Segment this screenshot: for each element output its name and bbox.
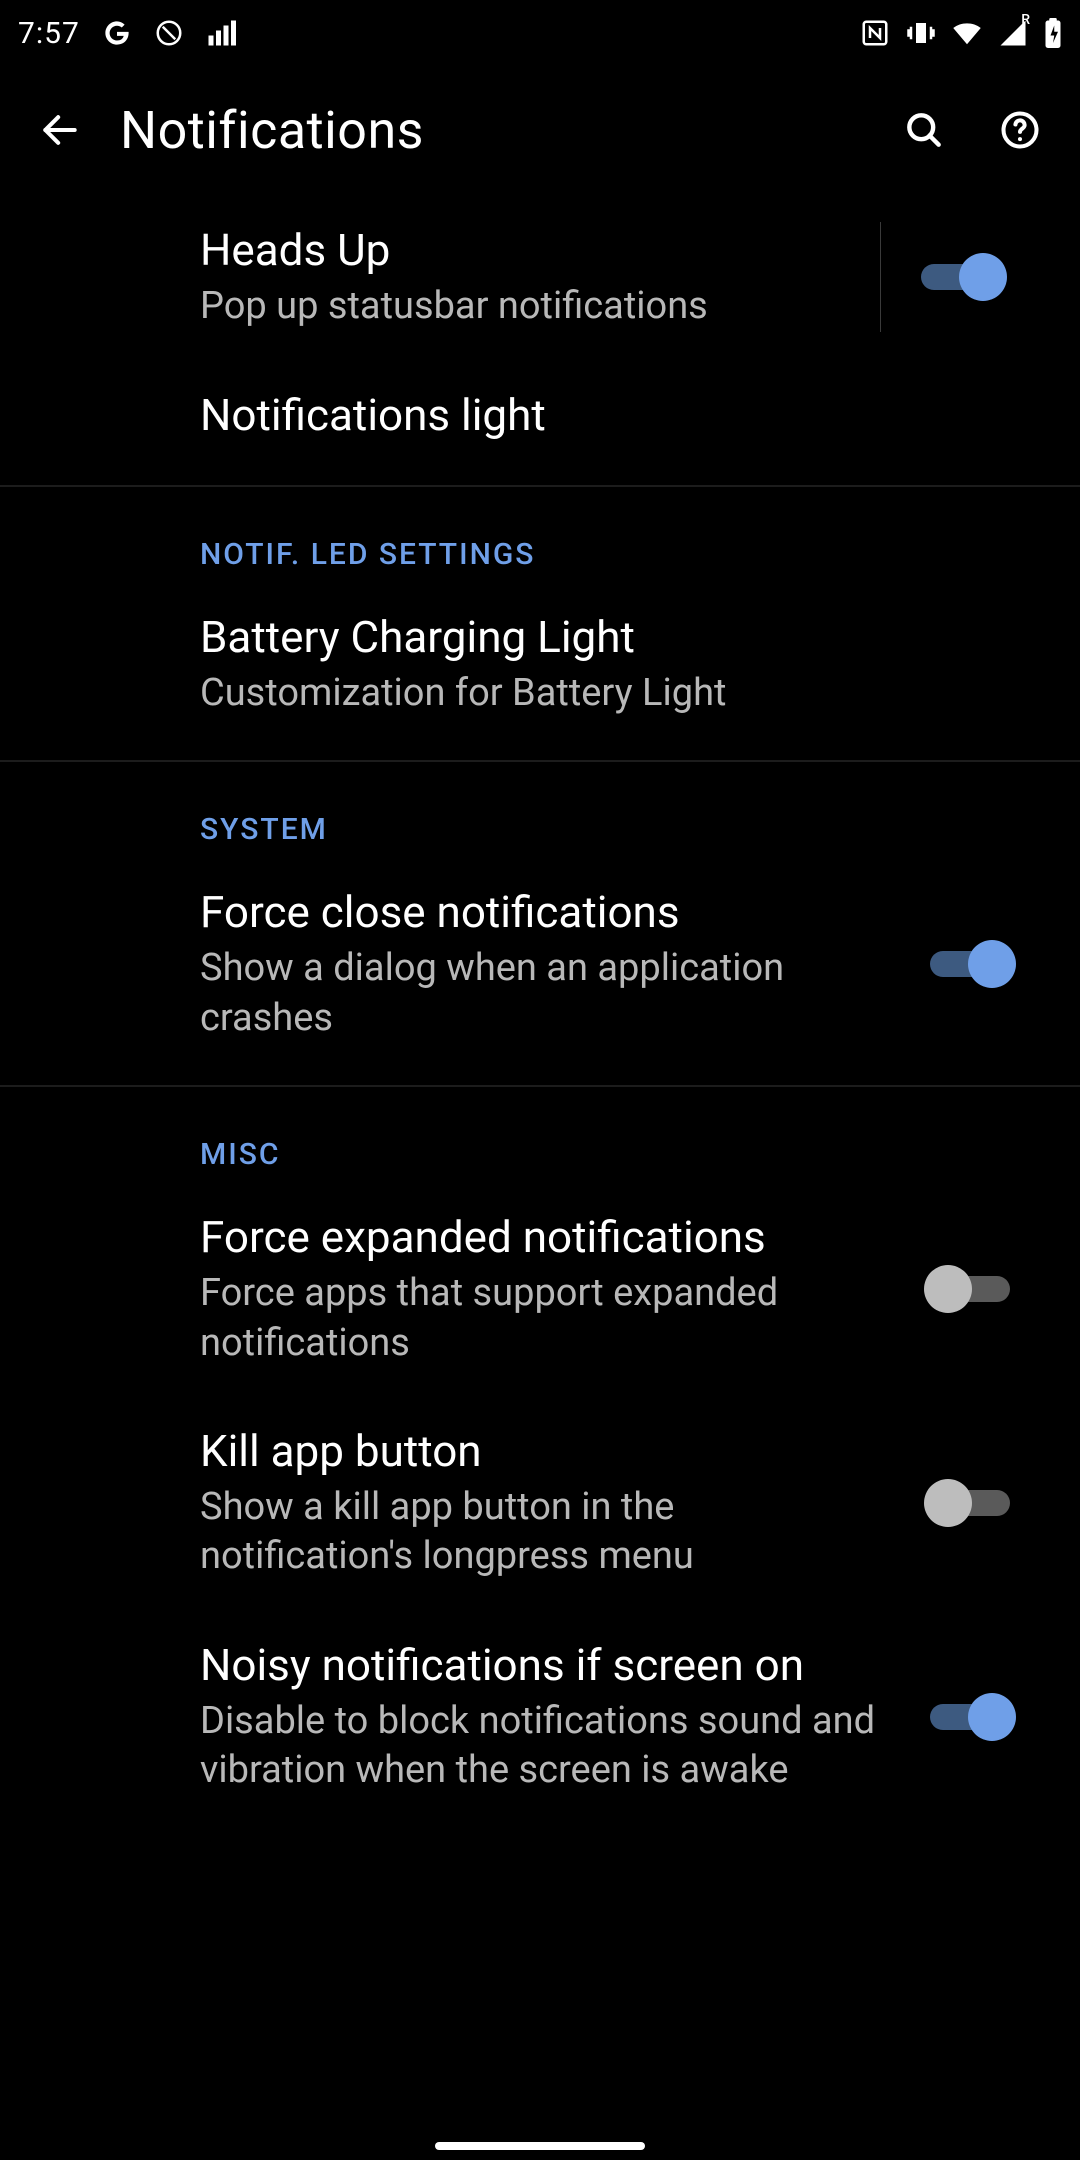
row-heads-up[interactable]: Heads Up Pop up statusbar notifications	[0, 194, 1080, 360]
row-title: Heads Up	[200, 223, 848, 278]
row-force-close-notifications[interactable]: Force close notifications Show a dialog …	[0, 857, 1080, 1071]
row-title: Noisy notifications if screen on	[200, 1638, 876, 1693]
row-summary: Customization for Battery Light	[200, 669, 1016, 718]
back-button[interactable]	[24, 94, 96, 166]
switch-noisy[interactable]	[924, 1691, 1016, 1743]
category-label: NOTIF. LED SETTINGS	[200, 537, 535, 572]
google-icon	[102, 18, 132, 48]
divider	[0, 485, 1080, 487]
category-misc: MISC	[0, 1101, 1080, 1182]
help-icon	[998, 108, 1042, 152]
row-summary: Disable to block notifications sound and…	[200, 1697, 876, 1796]
gesture-nav-pill[interactable]	[435, 2142, 645, 2150]
row-notifications-light[interactable]: Notifications light	[0, 360, 1080, 471]
category-label: MISC	[200, 1137, 280, 1172]
row-title: Battery Charging Light	[200, 610, 1016, 665]
row-battery-charging-light[interactable]: Battery Charging Light Customization for…	[0, 582, 1080, 746]
row-title: Force expanded notifications	[200, 1210, 876, 1265]
battery-charging-icon	[1044, 18, 1062, 48]
nfc-icon	[860, 18, 890, 48]
switch-force-expanded[interactable]	[924, 1263, 1016, 1315]
search-icon	[902, 108, 946, 152]
row-summary: Pop up statusbar notifications	[200, 282, 848, 331]
row-summary: Show a kill app button in the notificati…	[200, 1483, 876, 1582]
page-title: Notifications	[120, 100, 424, 161]
signal-icon	[206, 18, 236, 48]
arrow-left-icon	[38, 108, 82, 152]
status-bar: 7:57 R	[0, 0, 1080, 66]
cell-signal-icon: R	[998, 18, 1028, 48]
status-time: 7:57	[18, 16, 80, 51]
help-button[interactable]	[984, 94, 1056, 166]
category-led: NOTIF. LED SETTINGS	[0, 501, 1080, 582]
row-noisy-notifications[interactable]: Noisy notifications if screen on Disable…	[0, 1610, 1080, 1824]
row-force-expanded-notifications[interactable]: Force expanded notifications Force apps …	[0, 1182, 1080, 1396]
row-summary: Force apps that support expanded notific…	[200, 1269, 876, 1368]
switch-heads-up[interactable]	[915, 251, 1007, 303]
search-button[interactable]	[888, 94, 960, 166]
app-bar: Notifications	[0, 66, 1080, 194]
settings-list: Heads Up Pop up statusbar notifications …	[0, 194, 1080, 2160]
switch-force-close[interactable]	[924, 938, 1016, 990]
row-title: Force close notifications	[200, 885, 876, 940]
vibrate-icon	[906, 18, 936, 48]
wifi-icon	[952, 18, 982, 48]
divider	[0, 760, 1080, 762]
category-system: SYSTEM	[0, 776, 1080, 857]
row-title: Notifications light	[200, 388, 1016, 443]
divider	[0, 1085, 1080, 1087]
category-label: SYSTEM	[200, 812, 328, 847]
row-summary: Show a dialog when an application crashe…	[200, 944, 876, 1043]
row-kill-app-button[interactable]: Kill app button Show a kill app button i…	[0, 1396, 1080, 1610]
switch-kill-app[interactable]	[924, 1477, 1016, 1529]
dnd-icon	[154, 18, 184, 48]
row-title: Kill app button	[200, 1424, 876, 1479]
